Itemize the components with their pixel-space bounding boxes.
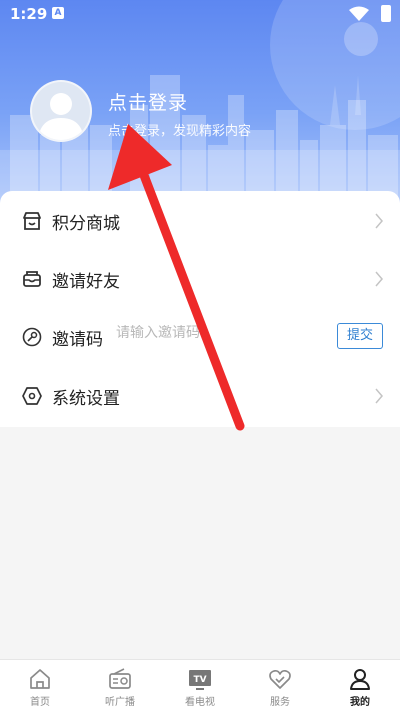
inbox-icon <box>23 271 41 287</box>
menu-item-label: 积分商城 <box>52 214 120 234</box>
menu-item-invite-friends[interactable]: 邀请好友 <box>0 250 400 308</box>
chevron-right-icon <box>375 388 383 404</box>
chevron-right-icon <box>375 213 383 229</box>
nav-tab-label: 看电视 <box>185 697 215 708</box>
menu-item-invite-code: 邀请码 提交 <box>0 308 400 366</box>
nav-tab-label: 听广播 <box>105 697 135 708</box>
settings-icon <box>22 387 42 405</box>
menu-item-label: 邀请好友 <box>52 272 120 292</box>
notification-badge: A <box>52 7 64 19</box>
key-icon <box>22 327 42 347</box>
shop-icon <box>23 212 41 230</box>
avatar[interactable] <box>30 80 92 142</box>
radio-icon <box>109 668 131 689</box>
tv-badge-text: TV <box>193 675 206 685</box>
status-bar: 1:29 A <box>0 0 400 28</box>
nav-tab-tv[interactable]: TV 看电视 <box>160 660 240 712</box>
nav-tab-service[interactable]: 服务 <box>240 660 320 712</box>
wifi-icon <box>349 6 369 21</box>
tv-icon: TV <box>189 670 211 690</box>
menu-card: 积分商城 邀请好友 邀请码 提交 系统设置 <box>0 191 400 427</box>
login-subtitle: 点击登录，发现精彩内容 <box>108 124 252 139</box>
chevron-right-icon <box>375 271 383 287</box>
menu-item-system-settings[interactable]: 系统设置 <box>0 367 400 425</box>
nav-tab-label: 首页 <box>30 697 50 708</box>
nav-tab-home[interactable]: 首页 <box>0 660 80 712</box>
service-icon <box>269 669 291 689</box>
nav-tab-label: 服务 <box>270 697 290 708</box>
submit-invite-code-button[interactable]: 提交 <box>337 323 383 349</box>
home-icon <box>30 669 50 689</box>
menu-item-label: 邀请码 <box>52 330 103 350</box>
nav-tab-radio[interactable]: 听广播 <box>80 660 160 712</box>
bottom-navigation: 首页 听广播 TV 看电视 服务 我的 <box>0 659 400 712</box>
user-icon <box>350 669 370 690</box>
nav-tab-mine[interactable]: 我的 <box>320 660 400 712</box>
menu-item-points-mall[interactable]: 积分商城 <box>0 192 400 250</box>
login-title[interactable]: 点击登录 <box>108 88 188 115</box>
battery-icon <box>381 5 391 22</box>
nav-tab-label: 我的 <box>350 697 370 708</box>
invite-code-input[interactable] <box>116 325 316 341</box>
menu-item-label: 系统设置 <box>52 389 120 409</box>
status-time: 1:29 <box>10 5 48 23</box>
